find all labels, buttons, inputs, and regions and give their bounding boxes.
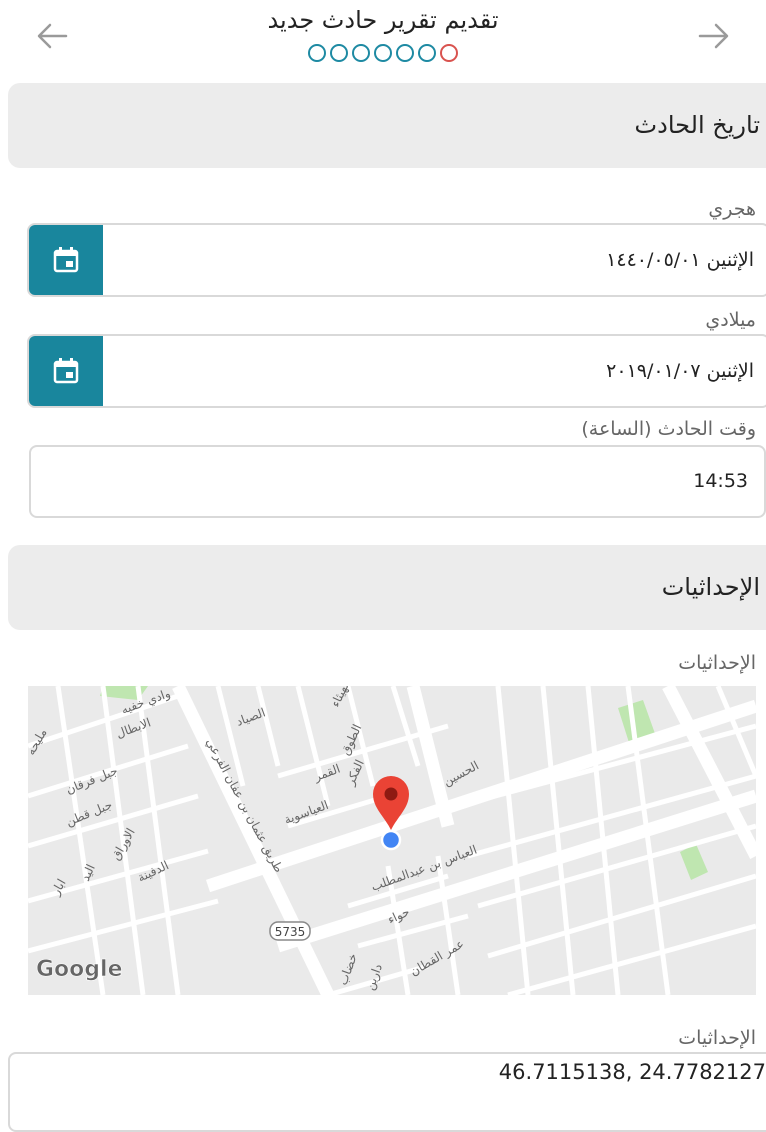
map-view[interactable]: وادي خفيه الابطال مليحه جبل فرقان جبل قط…: [28, 686, 756, 995]
calendar-icon[interactable]: [29, 336, 103, 406]
hijri-label: هجري: [708, 198, 756, 220]
coords-label: الإحداثيات: [678, 1027, 756, 1049]
time-input[interactable]: 14:53: [29, 445, 766, 518]
step-dot: [418, 44, 436, 62]
section-title: الإحداثيات: [661, 573, 760, 601]
section-header-date: تاريخ الحادث: [8, 83, 766, 168]
map-label: الإحداثيات: [678, 652, 756, 674]
time-value: 14:53: [693, 470, 748, 492]
step-dot: [330, 44, 348, 62]
coordinates-input[interactable]: 46.7115138, 24.7782127: [8, 1052, 766, 1132]
gregorian-date-value: الإثنين ٢٠١٩/٠١/٠٧: [606, 360, 754, 382]
calendar-icon[interactable]: [29, 225, 103, 295]
current-location-icon: [380, 829, 402, 851]
step-dot: [374, 44, 392, 62]
page-title: تقديم تقرير حادث جديد: [267, 6, 499, 34]
step-indicator: [0, 44, 766, 62]
gregorian-label: ميلادي: [705, 309, 756, 331]
gregorian-date-field[interactable]: الإثنين ٢٠١٩/٠١/٠٧: [27, 334, 766, 408]
google-attribution: Google: [36, 957, 123, 982]
step-dot: [440, 44, 458, 62]
hijri-date-value: الإثنين ١٤٤٠/٠٥/٠١: [606, 249, 754, 271]
step-dot: [308, 44, 326, 62]
road-shield: 5735: [269, 921, 311, 941]
step-dot: [396, 44, 414, 62]
hijri-date-field[interactable]: الإثنين ١٤٤٠/٠٥/٠١: [27, 223, 766, 297]
section-title: تاريخ الحادث: [634, 111, 760, 139]
svg-text:5735: 5735: [275, 925, 306, 939]
time-label: وقت الحادث (الساعة): [581, 418, 756, 440]
step-dot: [352, 44, 370, 62]
section-header-coordinates: الإحداثيات: [8, 545, 766, 630]
coordinates-value: 46.7115138, 24.7782127: [498, 1060, 766, 1084]
